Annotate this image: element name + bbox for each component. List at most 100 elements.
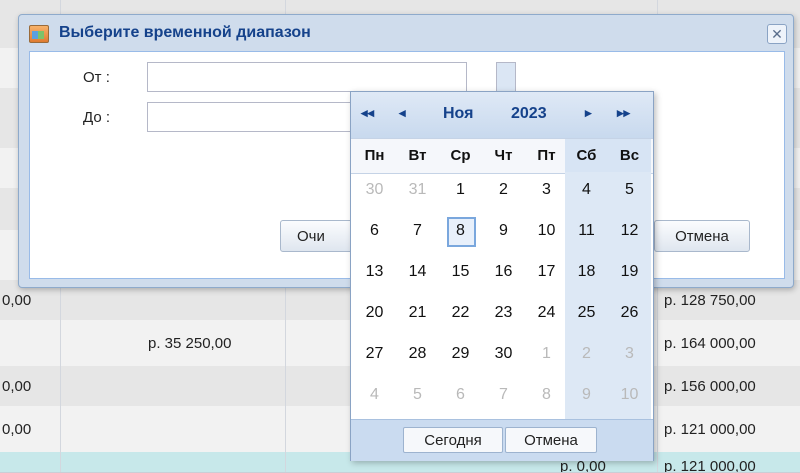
table-cell: р. 156 000,00 xyxy=(664,377,756,395)
prev-year-icon[interactable]: ◂◂ xyxy=(361,105,374,121)
table-cell: 0,00 xyxy=(2,420,32,438)
weekday-label: Пт xyxy=(537,147,556,164)
day-cell[interactable]: 19 xyxy=(608,255,651,289)
day-cell[interactable]: 6 xyxy=(353,214,396,248)
day-cell[interactable]: 1 xyxy=(525,337,568,371)
day-number: 6 xyxy=(456,386,465,403)
day-number: 31 xyxy=(408,181,427,198)
day-number: 4 xyxy=(582,181,591,198)
day-number: 2 xyxy=(499,181,508,198)
calendar-trigger-icon[interactable] xyxy=(496,62,516,92)
day-number: 1 xyxy=(542,345,551,362)
day-cell[interactable]: 7 xyxy=(482,378,525,412)
day-number: 12 xyxy=(620,222,639,239)
month-label[interactable]: Ноя xyxy=(443,105,473,123)
table-cell: р. 121 000,00 xyxy=(664,420,756,438)
day-cell[interactable]: 4 xyxy=(565,173,608,207)
day-number: 17 xyxy=(537,263,556,280)
day-cell[interactable]: 31 xyxy=(396,173,439,207)
weekday-label: Чт xyxy=(494,147,513,164)
weekday-label: Ср xyxy=(450,147,471,164)
cancel-button[interactable]: Отмена xyxy=(654,220,750,252)
day-cell[interactable]: 3 xyxy=(608,337,651,371)
day-number: 18 xyxy=(577,263,596,280)
day-cell[interactable]: 10 xyxy=(608,378,651,412)
date-picker-footer: Сегодня Отмена xyxy=(351,419,653,461)
day-cell[interactable]: 21 xyxy=(396,296,439,330)
day-number: 4 xyxy=(370,386,379,403)
day-cell[interactable]: 10 xyxy=(525,214,568,248)
picker-cancel-button[interactable]: Отмена xyxy=(505,427,597,453)
day-number: 3 xyxy=(542,181,551,198)
day-cell[interactable]: 29 xyxy=(439,337,482,371)
to-label: До : xyxy=(83,109,111,126)
day-cell[interactable]: 20 xyxy=(353,296,396,330)
day-cell[interactable]: 28 xyxy=(396,337,439,371)
day-cell[interactable]: 3 xyxy=(525,173,568,207)
table-cell: 0,00 xyxy=(2,377,32,395)
next-year-icon[interactable]: ▸▸ xyxy=(617,105,630,121)
day-number: 27 xyxy=(365,345,384,362)
close-icon[interactable]: ✕ xyxy=(767,24,787,44)
day-cell[interactable]: 30 xyxy=(482,337,525,371)
clear-button[interactable]: Очи xyxy=(280,220,360,252)
next-month-icon[interactable]: ▸ xyxy=(585,105,592,121)
day-cell[interactable]: 26 xyxy=(608,296,651,330)
day-cell[interactable]: 2 xyxy=(565,337,608,371)
day-cell[interactable]: 17 xyxy=(525,255,568,289)
day-cell[interactable]: 18 xyxy=(565,255,608,289)
from-label: От : xyxy=(83,69,110,86)
day-cell[interactable]: 6 xyxy=(439,378,482,412)
day-cell[interactable]: 5 xyxy=(608,173,651,207)
day-cell[interactable]: 25 xyxy=(565,296,608,330)
day-cell[interactable]: 24 xyxy=(525,296,568,330)
today-button[interactable]: Сегодня xyxy=(403,427,503,453)
day-cell[interactable]: 5 xyxy=(396,378,439,412)
day-cell[interactable]: 16 xyxy=(482,255,525,289)
day-number: 7 xyxy=(413,222,422,239)
day-cell[interactable]: 8 xyxy=(525,378,568,412)
day-cell[interactable]: 13 xyxy=(353,255,396,289)
weekday-label: Вт xyxy=(408,147,427,164)
day-cell[interactable]: 8 xyxy=(439,214,482,248)
day-number: 25 xyxy=(577,304,596,321)
day-number: 13 xyxy=(365,263,384,280)
day-number: 8 xyxy=(542,386,551,403)
dialog-title: Выберите временной диапазон xyxy=(59,24,311,41)
day-cell[interactable]: 9 xyxy=(565,378,608,412)
day-number: 14 xyxy=(408,263,427,280)
day-cell[interactable]: 9 xyxy=(482,214,525,248)
day-cell[interactable]: 4 xyxy=(353,378,396,412)
day-number: 10 xyxy=(537,222,556,239)
day-number: 11 xyxy=(578,222,595,239)
day-number: 24 xyxy=(537,304,556,321)
date-picker: ◂◂ ◂ Ноя 2023 ▸ ▸▸ Пн Вт Ср Чт Пт Сб Вс … xyxy=(350,91,654,461)
day-cell[interactable]: 12 xyxy=(608,214,651,248)
day-number: 1 xyxy=(456,181,465,198)
day-number: 5 xyxy=(625,181,634,198)
day-cell[interactable]: 27 xyxy=(353,337,396,371)
day-cell[interactable]: 14 xyxy=(396,255,439,289)
table-cell: р. 121 000,00 xyxy=(664,457,756,473)
prev-month-icon[interactable]: ◂ xyxy=(399,105,406,121)
year-label[interactable]: 2023 xyxy=(511,105,547,123)
day-number: 9 xyxy=(582,386,591,403)
day-number: 30 xyxy=(494,345,513,362)
day-cell[interactable]: 30 xyxy=(353,173,396,207)
day-number: 7 xyxy=(499,386,508,403)
table-cell: р. 35 250,00 xyxy=(148,334,232,352)
date-picker-header: ◂◂ ◂ Ноя 2023 ▸ ▸▸ xyxy=(351,92,653,138)
day-number: 30 xyxy=(365,181,384,198)
from-date-input[interactable] xyxy=(147,62,467,92)
day-cell[interactable]: 15 xyxy=(439,255,482,289)
day-cell[interactable]: 2 xyxy=(482,173,525,207)
day-number: 2 xyxy=(582,345,591,362)
day-number: 21 xyxy=(408,304,427,321)
day-cell[interactable]: 11 xyxy=(565,214,608,248)
day-cell[interactable]: 23 xyxy=(482,296,525,330)
day-number: 16 xyxy=(494,263,513,280)
day-cell[interactable]: 1 xyxy=(439,173,482,207)
day-cell[interactable]: 22 xyxy=(439,296,482,330)
day-number: 29 xyxy=(451,345,470,362)
day-cell[interactable]: 7 xyxy=(396,214,439,248)
